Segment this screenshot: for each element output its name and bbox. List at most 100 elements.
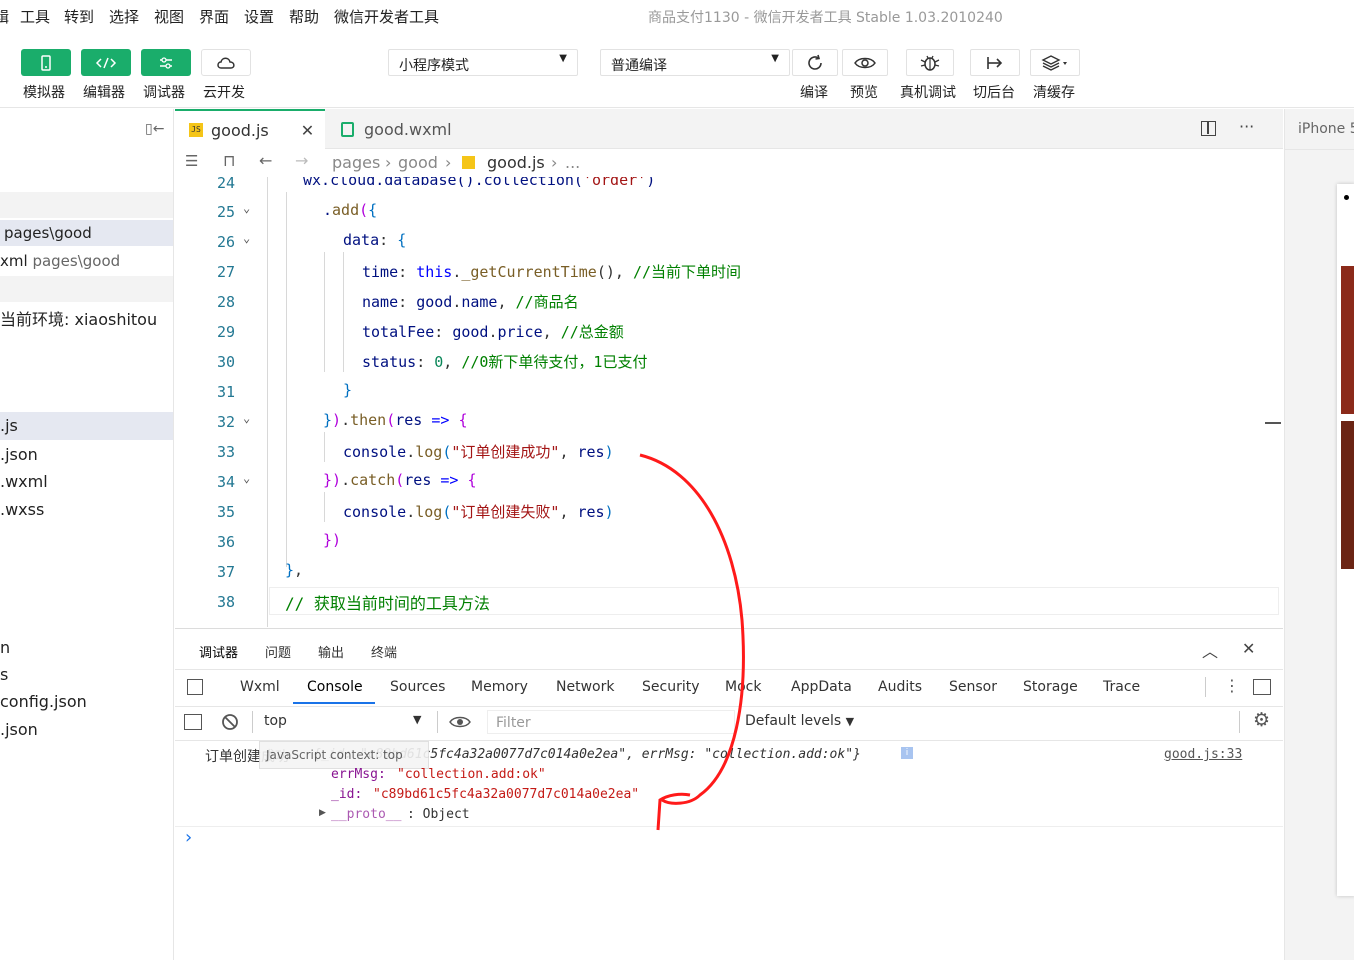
- file-item[interactable]: s: [0, 663, 173, 689]
- open-file-item-good[interactable]: pages\good: [0, 220, 173, 246]
- console-input[interactable]: [203, 829, 1273, 949]
- file-item-wxml[interactable]: .wxml: [0, 470, 173, 496]
- clear-console-icon[interactable]: [221, 713, 239, 731]
- filter-input[interactable]: Filter: [487, 710, 735, 734]
- tab-terminal[interactable]: 终端: [371, 642, 397, 661]
- breadcrumb-file[interactable]: good.js: [487, 153, 545, 172]
- panel-tab-storage[interactable]: Storage: [1023, 679, 1078, 695]
- menu-edit[interactable]: 辑: [0, 6, 9, 27]
- log-source-link[interactable]: good.js:33: [1164, 747, 1242, 762]
- panel-tab-wxml[interactable]: Wxml: [240, 679, 280, 695]
- code-line: }): [323, 531, 342, 549]
- fold-arrow-icon[interactable]: ⌄: [243, 471, 250, 485]
- compile-button[interactable]: [792, 49, 838, 76]
- panel-tab-network[interactable]: Network: [556, 679, 614, 695]
- tab-debugger[interactable]: 调试器: [199, 642, 238, 661]
- more-icon[interactable]: ···: [1239, 117, 1254, 136]
- prop-key: errMsg:: [331, 767, 386, 782]
- code-line: name: good.name, //商品名: [362, 293, 579, 311]
- panel-tab-mock[interactable]: Mock: [725, 679, 761, 695]
- log-levels-value: Default levels: [745, 713, 842, 729]
- line-number: 34: [216, 473, 235, 491]
- real-debug-button[interactable]: [906, 49, 954, 76]
- background-button[interactable]: [970, 49, 1020, 76]
- compile-select[interactable]: 普通编译 ▼: [600, 49, 790, 76]
- more-vertical-icon[interactable]: ⋮: [1224, 676, 1240, 695]
- mode-select[interactable]: 小程序模式 ▼: [388, 49, 578, 76]
- open-file-item-wxml[interactable]: xml pages\good: [0, 248, 173, 274]
- fold-arrow-icon[interactable]: ⌄: [243, 231, 250, 245]
- breadcrumb-pages[interactable]: pages: [332, 153, 380, 172]
- back-arrow-icon[interactable]: ←: [259, 151, 272, 170]
- menu-settings[interactable]: 设置: [244, 6, 274, 27]
- menu-help[interactable]: 帮助: [289, 6, 319, 27]
- fold-arrow-icon[interactable]: ⌄: [243, 411, 250, 425]
- close-icon[interactable]: ✕: [1242, 639, 1255, 658]
- clear-cache-button[interactable]: [1030, 49, 1080, 76]
- breadcrumb-more[interactable]: ...: [565, 153, 580, 172]
- code-icon: [95, 57, 117, 68]
- debugger-button[interactable]: [141, 49, 191, 76]
- toolbar: 模拟器 编辑器 调试器 云开发 小程序模式 ▼ 普通编译 ▼ 编译 预览 真机调…: [0, 32, 1354, 108]
- cloud-button[interactable]: [201, 49, 251, 76]
- menu-select[interactable]: 选择: [109, 6, 139, 27]
- chevron-right-icon: ›: [445, 153, 452, 172]
- menu-tools[interactable]: 工具: [20, 6, 50, 27]
- code-line: .add({: [323, 201, 378, 219]
- editor-tab-bar: ▯← JS good.js ✕ good.wxml ···: [145, 109, 1283, 149]
- split-editor-icon[interactable]: [1201, 121, 1216, 136]
- file-item-wxss[interactable]: .wxss: [0, 498, 173, 524]
- dock-icon[interactable]: [1253, 679, 1271, 695]
- panel-tab-sensor[interactable]: Sensor: [949, 679, 997, 695]
- section-header: [0, 276, 173, 302]
- code-line: data: {: [343, 231, 407, 249]
- device-name[interactable]: iPhone 5: [1298, 121, 1354, 137]
- panel-tab-audits[interactable]: Audits: [878, 679, 922, 695]
- tab-good-wxml[interactable]: good.wxml: [325, 109, 485, 149]
- forward-arrow-icon[interactable]: →: [295, 151, 308, 170]
- line-number: 36: [216, 533, 235, 551]
- panel-tab-memory[interactable]: Memory: [471, 679, 528, 695]
- sidebar-toggle-icon[interactable]: [184, 714, 202, 730]
- inspect-element-icon[interactable]: [187, 679, 203, 695]
- tab-issues[interactable]: 问题: [265, 642, 291, 661]
- panel-tab-sources[interactable]: Sources: [390, 679, 445, 695]
- panel-tab-console[interactable]: Console: [307, 679, 363, 695]
- js-file-icon: [462, 156, 475, 169]
- settings-gear-icon[interactable]: ⚙: [1253, 709, 1270, 731]
- panel-tab-appdata[interactable]: AppData: [791, 679, 852, 695]
- panel-tab-security[interactable]: Security: [642, 679, 700, 695]
- fold-arrow-icon[interactable]: ⌄: [243, 201, 250, 215]
- menu-interface[interactable]: 界面: [199, 6, 229, 27]
- bookmark-icon[interactable]: ⊓: [223, 151, 235, 170]
- code-line: status: 0, //0新下单待支付，1已支付: [362, 353, 648, 371]
- menu-view[interactable]: 视图: [154, 6, 184, 27]
- chevron-up-icon[interactable]: ︿: [1202, 638, 1218, 662]
- editor-button[interactable]: [81, 49, 131, 76]
- list-icon[interactable]: ☰: [185, 152, 198, 170]
- preview-button[interactable]: [842, 49, 888, 76]
- file-item-config[interactable]: config.json: [0, 690, 173, 716]
- tab-good-js[interactable]: JS good.js ✕: [175, 109, 325, 149]
- line-number: 25: [216, 203, 235, 221]
- file-item[interactable]: n: [0, 636, 173, 662]
- eye-icon[interactable]: [449, 715, 471, 729]
- expand-triangle-icon[interactable]: ▶: [319, 808, 326, 818]
- simulator-button[interactable]: [21, 49, 71, 76]
- file-item-json[interactable]: .json: [0, 718, 173, 744]
- panel-tab-trace[interactable]: Trace: [1103, 679, 1140, 695]
- menu-wechat-devtools[interactable]: 微信开发者工具: [334, 6, 439, 27]
- chevron-right-icon: ›: [385, 153, 392, 172]
- file-item-js[interactable]: .js: [0, 412, 173, 440]
- code-area[interactable]: 24 wx.cloud.database().collection('order…: [175, 177, 1283, 627]
- cloud-env-item[interactable]: 当前环境: xiaoshitou: [0, 306, 173, 332]
- log-levels-select[interactable]: Default levels ▼: [745, 713, 854, 729]
- context-select[interactable]: top ▼: [259, 711, 429, 733]
- breadcrumb-good[interactable]: good: [398, 153, 438, 172]
- tab-output[interactable]: 输出: [318, 642, 344, 661]
- close-icon[interactable]: ✕: [301, 121, 314, 140]
- file-item-json[interactable]: .json: [0, 443, 173, 469]
- file-name: n: [0, 638, 11, 657]
- menu-goto[interactable]: 转到: [64, 6, 94, 27]
- collapse-sidebar-icon[interactable]: ▯←: [145, 121, 164, 137]
